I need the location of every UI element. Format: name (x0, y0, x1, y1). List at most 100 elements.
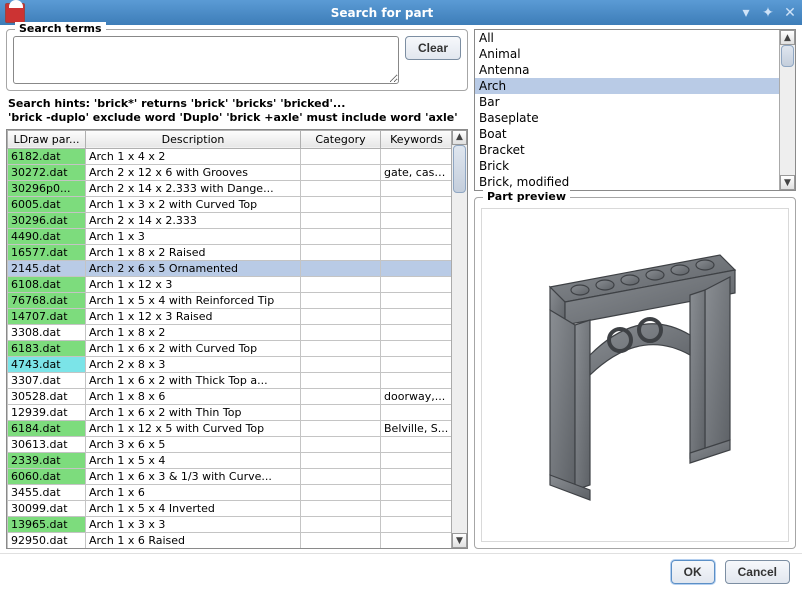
cell-key (381, 468, 452, 484)
cell-part: 30296.dat (8, 212, 86, 228)
table-row[interactable]: 3308.datArch 1 x 8 x 2 (8, 324, 452, 340)
cell-part: 13965.dat (8, 516, 86, 532)
cell-key (381, 484, 452, 500)
cat-scroll-thumb[interactable] (781, 45, 794, 67)
cell-cat (301, 404, 381, 420)
category-item[interactable]: All (475, 30, 779, 46)
cell-cat (301, 324, 381, 340)
cell-part: 30272.dat (8, 164, 86, 180)
table-row[interactable]: 3455.datArch 1 x 6 (8, 484, 452, 500)
scroll-up-icon[interactable]: ▲ (452, 130, 467, 145)
minimize-button[interactable]: ▾ (739, 5, 753, 21)
table-row[interactable]: 30528.datArch 1 x 8 x 6doorway,... (8, 388, 452, 404)
cell-part: 6108.dat (8, 276, 86, 292)
cell-key (381, 308, 452, 324)
cell-cat (301, 228, 381, 244)
category-item[interactable]: Antenna (475, 62, 779, 78)
scroll-thumb[interactable] (453, 145, 466, 193)
col-header-desc[interactable]: Description (86, 130, 301, 148)
cell-part: 76768.dat (8, 292, 86, 308)
clear-button[interactable]: Clear (405, 36, 461, 60)
table-row[interactable]: 13965.datArch 1 x 3 x 3 (8, 516, 452, 532)
cell-desc: Arch 2 x 14 x 2.333 with Dange... (86, 180, 301, 196)
cancel-button[interactable]: Cancel (725, 560, 790, 584)
cell-key: doorway,... (381, 388, 452, 404)
table-row[interactable]: 30613.datArch 3 x 6 x 5 (8, 436, 452, 452)
cell-part: 14707.dat (8, 308, 86, 324)
table-row[interactable]: 6108.datArch 1 x 12 x 3 (8, 276, 452, 292)
table-row[interactable]: 6060.datArch 1 x 6 x 3 & 1/3 with Curve.… (8, 468, 452, 484)
ok-button[interactable]: OK (671, 560, 715, 584)
search-input[interactable] (13, 36, 399, 84)
app-icon (5, 3, 25, 23)
category-item[interactable]: Brick, modified (475, 174, 779, 190)
table-row[interactable]: 30272.datArch 2 x 12 x 6 with Groovesgat… (8, 164, 452, 180)
table-row[interactable]: 14707.datArch 1 x 12 x 3 Raised (8, 308, 452, 324)
scroll-down-icon[interactable]: ▼ (452, 533, 467, 548)
cell-cat (301, 436, 381, 452)
results-table[interactable]: LDraw par... Description Category Keywor… (7, 130, 451, 549)
dialog-buttons: OK Cancel (0, 553, 802, 589)
cell-desc: Arch 2 x 12 x 6 with Grooves (86, 164, 301, 180)
cell-cat (301, 532, 381, 548)
cell-desc: Arch 1 x 12 x 3 Raised (86, 308, 301, 324)
table-row[interactable]: 3307.datArch 1 x 6 x 2 with Thick Top a.… (8, 372, 452, 388)
category-item[interactable]: Bar (475, 94, 779, 110)
cell-cat (301, 244, 381, 260)
table-row[interactable]: 4490.datArch 1 x 3 (8, 228, 452, 244)
window-title: Search for part (25, 6, 739, 20)
cell-part: 2339.dat (8, 452, 86, 468)
cell-part: 6005.dat (8, 196, 86, 212)
cell-desc: Arch 1 x 6 Raised (86, 532, 301, 548)
cell-cat (301, 516, 381, 532)
cell-desc: Arch 1 x 6 x 3 & 1/3 with Curve... (86, 468, 301, 484)
cell-desc: Arch 1 x 5 x 4 with Reinforced Tip (86, 292, 301, 308)
table-row[interactable]: 2339.datArch 1 x 5 x 4 (8, 452, 452, 468)
category-item[interactable]: Baseplate (475, 110, 779, 126)
table-row[interactable]: 4743.datArch 2 x 8 x 3 (8, 356, 452, 372)
maximize-button[interactable]: ✦ (761, 5, 775, 21)
col-header-cat[interactable]: Category (301, 130, 381, 148)
cell-key (381, 228, 452, 244)
cell-cat (301, 196, 381, 212)
col-header-key[interactable]: Keywords (381, 130, 452, 148)
cell-key: Belville, S... (381, 420, 452, 436)
table-row[interactable]: 76768.datArch 1 x 5 x 4 with Reinforced … (8, 292, 452, 308)
table-row[interactable]: 30296.datArch 2 x 14 x 2.333 (8, 212, 452, 228)
table-row[interactable]: 6183.datArch 1 x 6 x 2 with Curved Top (8, 340, 452, 356)
cell-desc: Arch 1 x 6 (86, 484, 301, 500)
table-row[interactable]: 6005.datArch 1 x 3 x 2 with Curved Top (8, 196, 452, 212)
table-row[interactable]: 6182.datArch 1 x 4 x 2 (8, 148, 452, 164)
close-button[interactable]: ✕ (783, 5, 797, 21)
cell-key (381, 276, 452, 292)
cat-scroll-down-icon[interactable]: ▼ (780, 175, 795, 190)
table-row[interactable]: 6184.datArch 1 x 12 x 5 with Curved TopB… (8, 420, 452, 436)
table-row[interactable]: 2145.datArch 2 x 6 x 5 Ornamented (8, 260, 452, 276)
results-scrollbar[interactable]: ▲ ▼ (451, 130, 467, 549)
category-item[interactable]: Brick (475, 158, 779, 174)
table-row[interactable]: 30099.datArch 1 x 5 x 4 Inverted (8, 500, 452, 516)
cell-part: 30296p0... (8, 180, 86, 196)
cell-part: 30099.dat (8, 500, 86, 516)
table-row[interactable]: 12939.datArch 1 x 6 x 2 with Thin Top (8, 404, 452, 420)
table-row[interactable]: 92950.datArch 1 x 6 Raised (8, 532, 452, 548)
cell-cat (301, 212, 381, 228)
cell-cat (301, 260, 381, 276)
col-header-part[interactable]: LDraw par... (8, 130, 86, 148)
category-scrollbar[interactable]: ▲ ▼ (779, 30, 795, 190)
category-item[interactable]: Boat (475, 126, 779, 142)
category-item[interactable]: Animal (475, 46, 779, 62)
cell-cat (301, 452, 381, 468)
category-item[interactable]: Arch (475, 78, 779, 94)
table-row[interactable]: 16577.datArch 1 x 8 x 2 Raised (8, 244, 452, 260)
cell-cat (301, 484, 381, 500)
cat-scroll-up-icon[interactable]: ▲ (780, 30, 795, 45)
category-item[interactable]: Bracket (475, 142, 779, 158)
cell-part: 6060.dat (8, 468, 86, 484)
cell-part: 92950.dat (8, 532, 86, 548)
table-row[interactable]: 30296p0...Arch 2 x 14 x 2.333 with Dange… (8, 180, 452, 196)
category-listbox[interactable]: AllAnimalAntennaArchBarBaseplateBoatBrac… (474, 29, 796, 191)
cell-desc: Arch 1 x 12 x 3 (86, 276, 301, 292)
cell-part: 3307.dat (8, 372, 86, 388)
cell-key (381, 532, 452, 548)
